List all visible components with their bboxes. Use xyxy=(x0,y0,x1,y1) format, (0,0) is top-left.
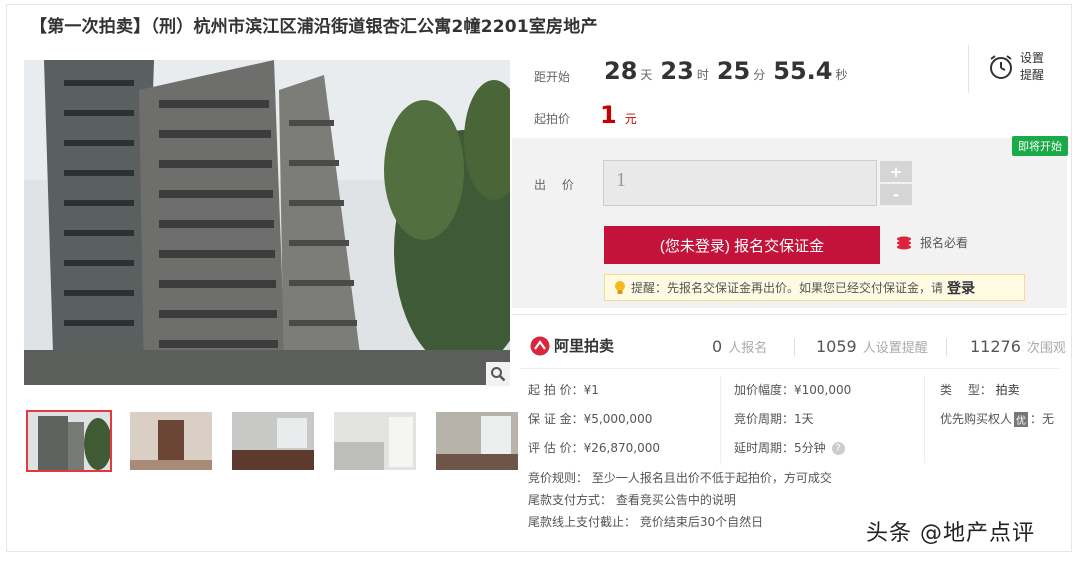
info-deposit: 保 证 金：¥5,000,000 xyxy=(528,412,653,426)
lightbulb-icon xyxy=(615,280,625,294)
countdown-minutes: 25 xyxy=(716,57,751,85)
ali-auction-logo-icon xyxy=(530,336,550,355)
logo-text: 阿里拍卖 xyxy=(554,337,615,355)
stats-row: 阿里拍卖 0 人报名 1059 人设置提醒 11276 次围观 xyxy=(512,316,1067,368)
info-cycle: 竞价周期：1天 xyxy=(734,412,814,426)
bid-label: 出 价 xyxy=(534,178,580,192)
rule-payment-method: 尾款支付方式： 查看竞买公告中的说明 xyxy=(528,493,736,507)
alarm-clock-icon xyxy=(990,55,1012,79)
login-link[interactable]: 登录 xyxy=(947,278,975,298)
help-icon[interactable]: ? xyxy=(831,442,845,455)
view-count: 11276 次围观 xyxy=(970,337,1066,356)
countdown-seconds-unit: 秒 xyxy=(835,68,848,82)
info-column-divider xyxy=(924,375,925,463)
reminder-divider xyxy=(968,45,969,93)
start-price-label: 起拍价 xyxy=(534,112,571,126)
priority-badge-icon: 优 xyxy=(1014,412,1029,427)
countdown-seconds: 55.4 xyxy=(773,57,833,85)
thumbnail-room[interactable] xyxy=(434,410,520,472)
signup-count: 0 人报名 xyxy=(712,337,767,356)
info-type-row: 类 型： 拍卖 xyxy=(940,381,1020,398)
watermark-text: 头条 @地产点评 xyxy=(866,521,1035,546)
view-count-label: 次围观 xyxy=(1026,341,1066,356)
countdown-days-unit: 天 xyxy=(640,68,653,82)
info-column-divider xyxy=(720,375,721,463)
thumbnail-door[interactable] xyxy=(128,410,214,472)
info-priority-value: ：无 xyxy=(1030,412,1055,426)
info-priority-row: 优先购买权人优：无 xyxy=(940,410,1054,427)
must-read-label: 报名必看 xyxy=(920,236,969,250)
reminder-line1: 设置 xyxy=(1020,51,1045,65)
countdown-days: 28 xyxy=(604,57,638,85)
thumbnail-living-room[interactable] xyxy=(230,410,316,472)
zoom-icon[interactable] xyxy=(486,362,510,386)
info-increment: 加价幅度：¥100,000 xyxy=(734,383,852,397)
status-badge: 即将开始 xyxy=(1012,136,1068,156)
bid-panel: 即将开始 出 价 1 + - (您未登录) 报名交保证金 报名必看 提醒：先报名… xyxy=(512,136,1068,308)
reminder-count: 1059 人设置提醒 xyxy=(816,337,928,356)
tip-text: 提醒：先报名交保证金再出价。如果您已经交付保证金，请 xyxy=(631,281,944,295)
countdown-timer: 28 天 23 时 25 分 55.4 秒 xyxy=(604,57,856,85)
increase-bid-button[interactable]: + xyxy=(880,161,912,182)
countdown-label: 距开始 xyxy=(534,70,571,84)
info-type-label: 类 型： xyxy=(940,383,992,397)
ali-auction-logo: 阿里拍卖 xyxy=(530,335,614,356)
signup-deposit-button[interactable]: (您未登录) 报名交保证金 xyxy=(604,226,880,264)
login-tip: 提醒：先报名交保证金再出价。如果您已经交付保证金，请 登录 xyxy=(604,274,1025,301)
countdown-hours: 23 xyxy=(660,57,694,85)
thumbnail-kitchen[interactable] xyxy=(332,410,418,472)
info-extension-row: 延时周期：5分钟? xyxy=(734,439,845,456)
decrease-bid-button[interactable]: - xyxy=(880,184,912,205)
reminder-count-label: 人设置提醒 xyxy=(862,341,928,356)
countdown-minutes-unit: 分 xyxy=(753,68,766,82)
coins-icon xyxy=(897,236,911,249)
rule-payment-deadline: 尾款线上支付截止： 竞价结束后30个自然日 xyxy=(528,515,764,529)
section-divider xyxy=(512,314,1067,315)
reminder-line2: 提醒 xyxy=(1020,68,1045,82)
countdown-hours-unit: 时 xyxy=(696,68,709,82)
signup-count-label: 人报名 xyxy=(728,341,768,356)
signup-count-value: 0 xyxy=(712,337,723,356)
info-priority-label: 优先购买权人 xyxy=(940,412,1013,426)
info-appraisal: 评 估 价：¥26,870,000 xyxy=(528,441,660,455)
info-extension: 延时周期：5分钟 xyxy=(734,441,826,455)
countdown-panel: 距开始 28 天 23 时 25 分 55.4 秒 起拍价 1 元 xyxy=(512,45,1067,135)
start-price: 1 元 xyxy=(600,101,637,129)
info-type-value: 拍卖 xyxy=(995,383,1020,397)
info-start-price: 起 拍 价：¥1 xyxy=(528,383,599,397)
thumbnail-strip xyxy=(26,410,520,472)
reminder-count-value: 1059 xyxy=(816,337,857,356)
start-price-value: 1 xyxy=(600,101,617,129)
info-divider xyxy=(520,368,1060,369)
bid-amount-input[interactable]: 1 xyxy=(603,160,877,206)
must-read-link[interactable]: 报名必看 xyxy=(896,234,968,251)
main-property-photo[interactable] xyxy=(24,60,510,385)
thumbnail-exterior[interactable] xyxy=(26,410,112,472)
page-title: 【第一次拍卖】（刑）杭州市滨江区浦沿街道银杏汇公寓2幢2201室房地产 xyxy=(30,17,598,37)
start-price-unit: 元 xyxy=(624,112,637,126)
set-reminder-button[interactable]: 设置 提醒 xyxy=(988,50,1044,84)
stat-divider xyxy=(794,338,795,356)
view-count-value: 11276 xyxy=(970,337,1021,356)
rule-bidding: 竞价规则： 至少一人报名且出价不低于起拍价，方可成交 xyxy=(528,471,832,485)
stat-divider xyxy=(946,338,947,356)
